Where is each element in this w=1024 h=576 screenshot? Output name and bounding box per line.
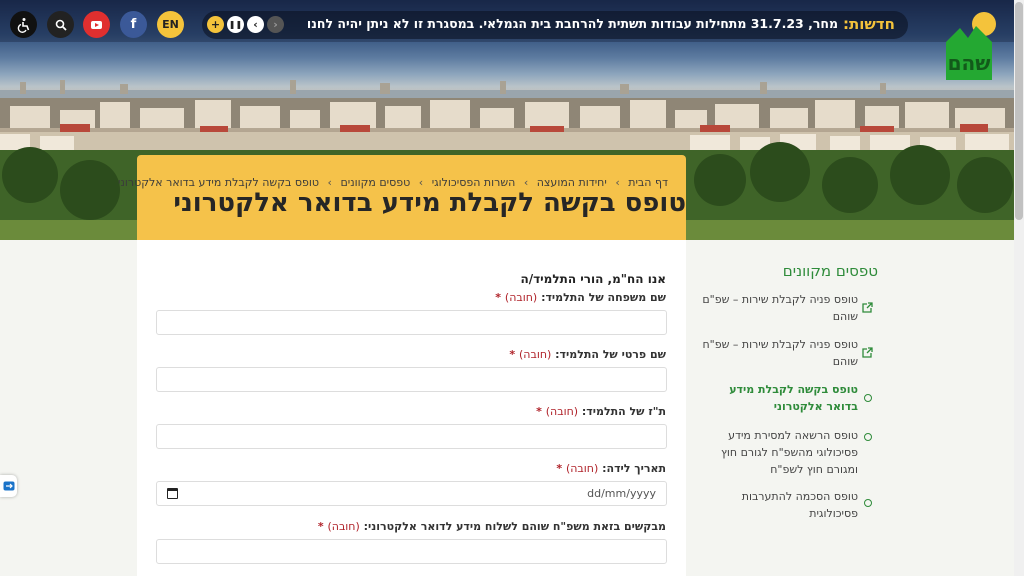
- news-ticker-text[interactable]: מחר, 31.7.23 מתחילות עבודות תשתית להרחבת…: [308, 16, 838, 31]
- logo-text: שהם: [948, 51, 991, 75]
- language-button[interactable]: EN: [157, 11, 184, 38]
- page-scrollbar[interactable]: [1014, 0, 1024, 576]
- facebook-button[interactable]: f: [120, 11, 147, 38]
- youtube-button[interactable]: [83, 11, 110, 38]
- accessibility-icon: [17, 17, 29, 33]
- last-name-input[interactable]: [156, 310, 667, 335]
- ticker-expand-icon[interactable]: +: [207, 16, 224, 33]
- search-button[interactable]: [47, 11, 74, 38]
- first-name-input[interactable]: [156, 367, 667, 392]
- accessibility-button[interactable]: [10, 11, 37, 38]
- sidebar-item-service-request-shefah[interactable]: טופס פניה לקבלת שירות – שפ"ח שוהם: [698, 336, 858, 370]
- id-number-input[interactable]: [156, 424, 667, 449]
- remote-support-icon: [3, 481, 14, 491]
- circle-icon: [864, 499, 872, 507]
- calendar-icon[interactable]: [167, 488, 178, 499]
- last-name-label: שם משפחה של התלמיד: (חובה) *: [495, 291, 666, 304]
- birth-date-value: dd/mm/yyyy: [587, 487, 656, 500]
- circle-icon: [864, 394, 872, 402]
- id-number-label: ת"ז של התלמיד: (חובה) *: [536, 405, 666, 418]
- sidebar-item-intervention-consent[interactable]: טופס הסכמה להתערבות פסיכולוגית: [698, 488, 858, 522]
- site-logo[interactable]: שהם: [938, 8, 1000, 84]
- form-card: אנו הח"מ, הורי התלמיד/ה שם משפחה של התלמ…: [137, 240, 686, 576]
- sidebar-item-email-info-request[interactable]: טופס בקשה לקבלת מידע בדואר אלקטרוני: [698, 381, 858, 415]
- page-title: טופס בקשה לקבלת מידע בדואר אלקטרוני: [173, 188, 686, 218]
- scroll-thumb[interactable]: [1015, 2, 1023, 220]
- email-input[interactable]: [156, 539, 667, 564]
- birth-date-label: תאריך לידה: (חובה) *: [556, 462, 666, 475]
- email-request-label: מבקשים בזאת משפ"ח שוהם לשלוח מידע לדואר …: [317, 520, 666, 533]
- floating-widget-button[interactable]: [0, 475, 17, 497]
- sidebar-item-info-release-authorization[interactable]: טופס הרשאה למסירת מידע פסיכולוגי מהשפ"ח …: [698, 427, 858, 478]
- form-heading: אנו הח"מ, הורי התלמיד/ה: [520, 272, 666, 286]
- ticker-prev-icon[interactable]: ‹: [247, 16, 264, 33]
- external-link-icon: [862, 347, 873, 358]
- sidebar-title: טפסים מקוונים: [782, 262, 878, 280]
- external-link-icon: [862, 302, 873, 313]
- ticker-pause-icon[interactable]: ❚❚: [227, 16, 244, 33]
- sidebar-item-service-request-shefam[interactable]: טופס פניה לקבלת שירות – שפ"ם שוהם: [698, 291, 858, 325]
- first-name-label: שם פרטי של התלמיד: (חובה) *: [509, 348, 666, 361]
- birth-date-input[interactable]: dd/mm/yyyy: [156, 481, 667, 506]
- youtube-icon: [91, 21, 102, 29]
- circle-icon: [864, 433, 872, 441]
- search-icon: [55, 19, 67, 31]
- facebook-icon: f: [130, 17, 137, 32]
- news-label: חדשות:: [843, 15, 895, 33]
- ticker-next-icon[interactable]: ›: [267, 16, 284, 33]
